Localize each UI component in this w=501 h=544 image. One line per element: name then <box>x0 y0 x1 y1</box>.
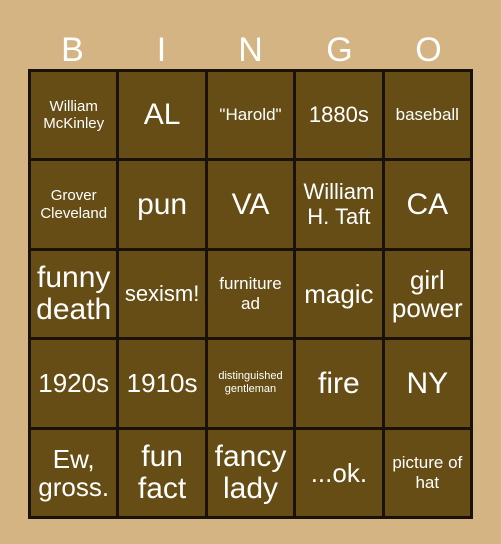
header-letter-i: I <box>156 31 167 69</box>
bingo-cell-label: distinguished gentleman <box>218 369 283 396</box>
bingo-cell[interactable]: William McKinley <box>31 72 117 159</box>
bingo-cell-label: CA <box>406 187 449 221</box>
bingo-cell-label: ...ok. <box>310 457 368 488</box>
bingo-cell-label: VA <box>231 187 270 221</box>
bingo-cell[interactable]: NY <box>384 340 470 427</box>
bingo-cell-label: picture of hat <box>392 453 463 492</box>
bingo-cell-label: William McKinley <box>43 97 105 133</box>
bingo-cell-label: Ew, gross. <box>38 443 110 502</box>
bingo-cell-label: NY <box>406 366 449 400</box>
bingo-cell-label: baseball <box>395 105 459 125</box>
bingo-cell-label: funny death <box>36 261 112 326</box>
header-letter-n: N <box>238 31 263 69</box>
bingo-cell[interactable]: 1880s <box>296 72 382 159</box>
bingo-cell[interactable]: VA <box>207 161 294 248</box>
bingo-cell[interactable]: sexism! <box>119 250 205 338</box>
bingo-cell-label: girl power <box>391 264 463 323</box>
bingo-grid: William McKinley AL "Harold" 1880s baseb… <box>28 69 473 519</box>
bingo-cell-label: furniture ad <box>219 274 282 313</box>
bingo-cell-label: 1910s <box>126 368 198 399</box>
bingo-cell[interactable]: distinguished gentleman <box>207 340 294 427</box>
bingo-cell[interactable]: William H. Taft <box>296 161 382 248</box>
bingo-cell[interactable]: fancy lady <box>207 429 294 516</box>
bingo-cell[interactable]: Ew, gross. <box>31 429 117 516</box>
bingo-cell[interactable]: pun <box>119 161 205 248</box>
bingo-cell[interactable]: ...ok. <box>296 429 382 516</box>
header-letter-g: G <box>326 31 353 69</box>
bingo-cell-label: "Harold" <box>219 105 282 125</box>
bingo-cell[interactable]: CA <box>384 161 470 248</box>
bingo-cell[interactable]: 1910s <box>119 340 205 427</box>
bingo-cell[interactable]: magic <box>296 250 382 338</box>
bingo-cell-label: William H. Taft <box>303 178 375 229</box>
header-letter-o: O <box>415 31 442 69</box>
bingo-cell[interactable]: AL <box>119 72 205 159</box>
bingo-cell[interactable]: Grover Cleveland <box>31 161 117 248</box>
bingo-cell-label: fun fact <box>137 440 187 505</box>
bingo-cell[interactable]: fun fact <box>119 429 205 516</box>
bingo-cell-label: sexism! <box>124 280 200 306</box>
bingo-cell[interactable]: funny death <box>31 250 117 338</box>
bingo-cell-label: pun <box>137 187 188 221</box>
bingo-cell-label: 1880s <box>308 101 369 127</box>
bingo-cell[interactable]: girl power <box>384 250 470 338</box>
bingo-cell-label: fancy lady <box>214 440 287 505</box>
bingo-cell-label: 1920s <box>38 368 110 399</box>
bingo-cell[interactable]: picture of hat <box>384 429 470 516</box>
bingo-header: B I N G O <box>28 22 473 69</box>
bingo-card: B I N G O William McKinley AL "Harold" 1… <box>28 22 473 519</box>
bingo-cell[interactable]: 1920s <box>31 340 117 427</box>
bingo-cell-label: Grover Cleveland <box>40 186 108 222</box>
header-letter-b: B <box>61 31 84 69</box>
bingo-cell[interactable]: "Harold" <box>207 72 294 159</box>
bingo-cell-label: AL <box>143 98 181 132</box>
bingo-cell[interactable]: fire <box>296 340 382 427</box>
bingo-cell[interactable]: furniture ad <box>207 250 294 338</box>
bingo-cell-label: magic <box>304 278 374 309</box>
bingo-cell[interactable]: baseball <box>384 72 470 159</box>
bingo-cell-label: fire <box>318 366 360 400</box>
